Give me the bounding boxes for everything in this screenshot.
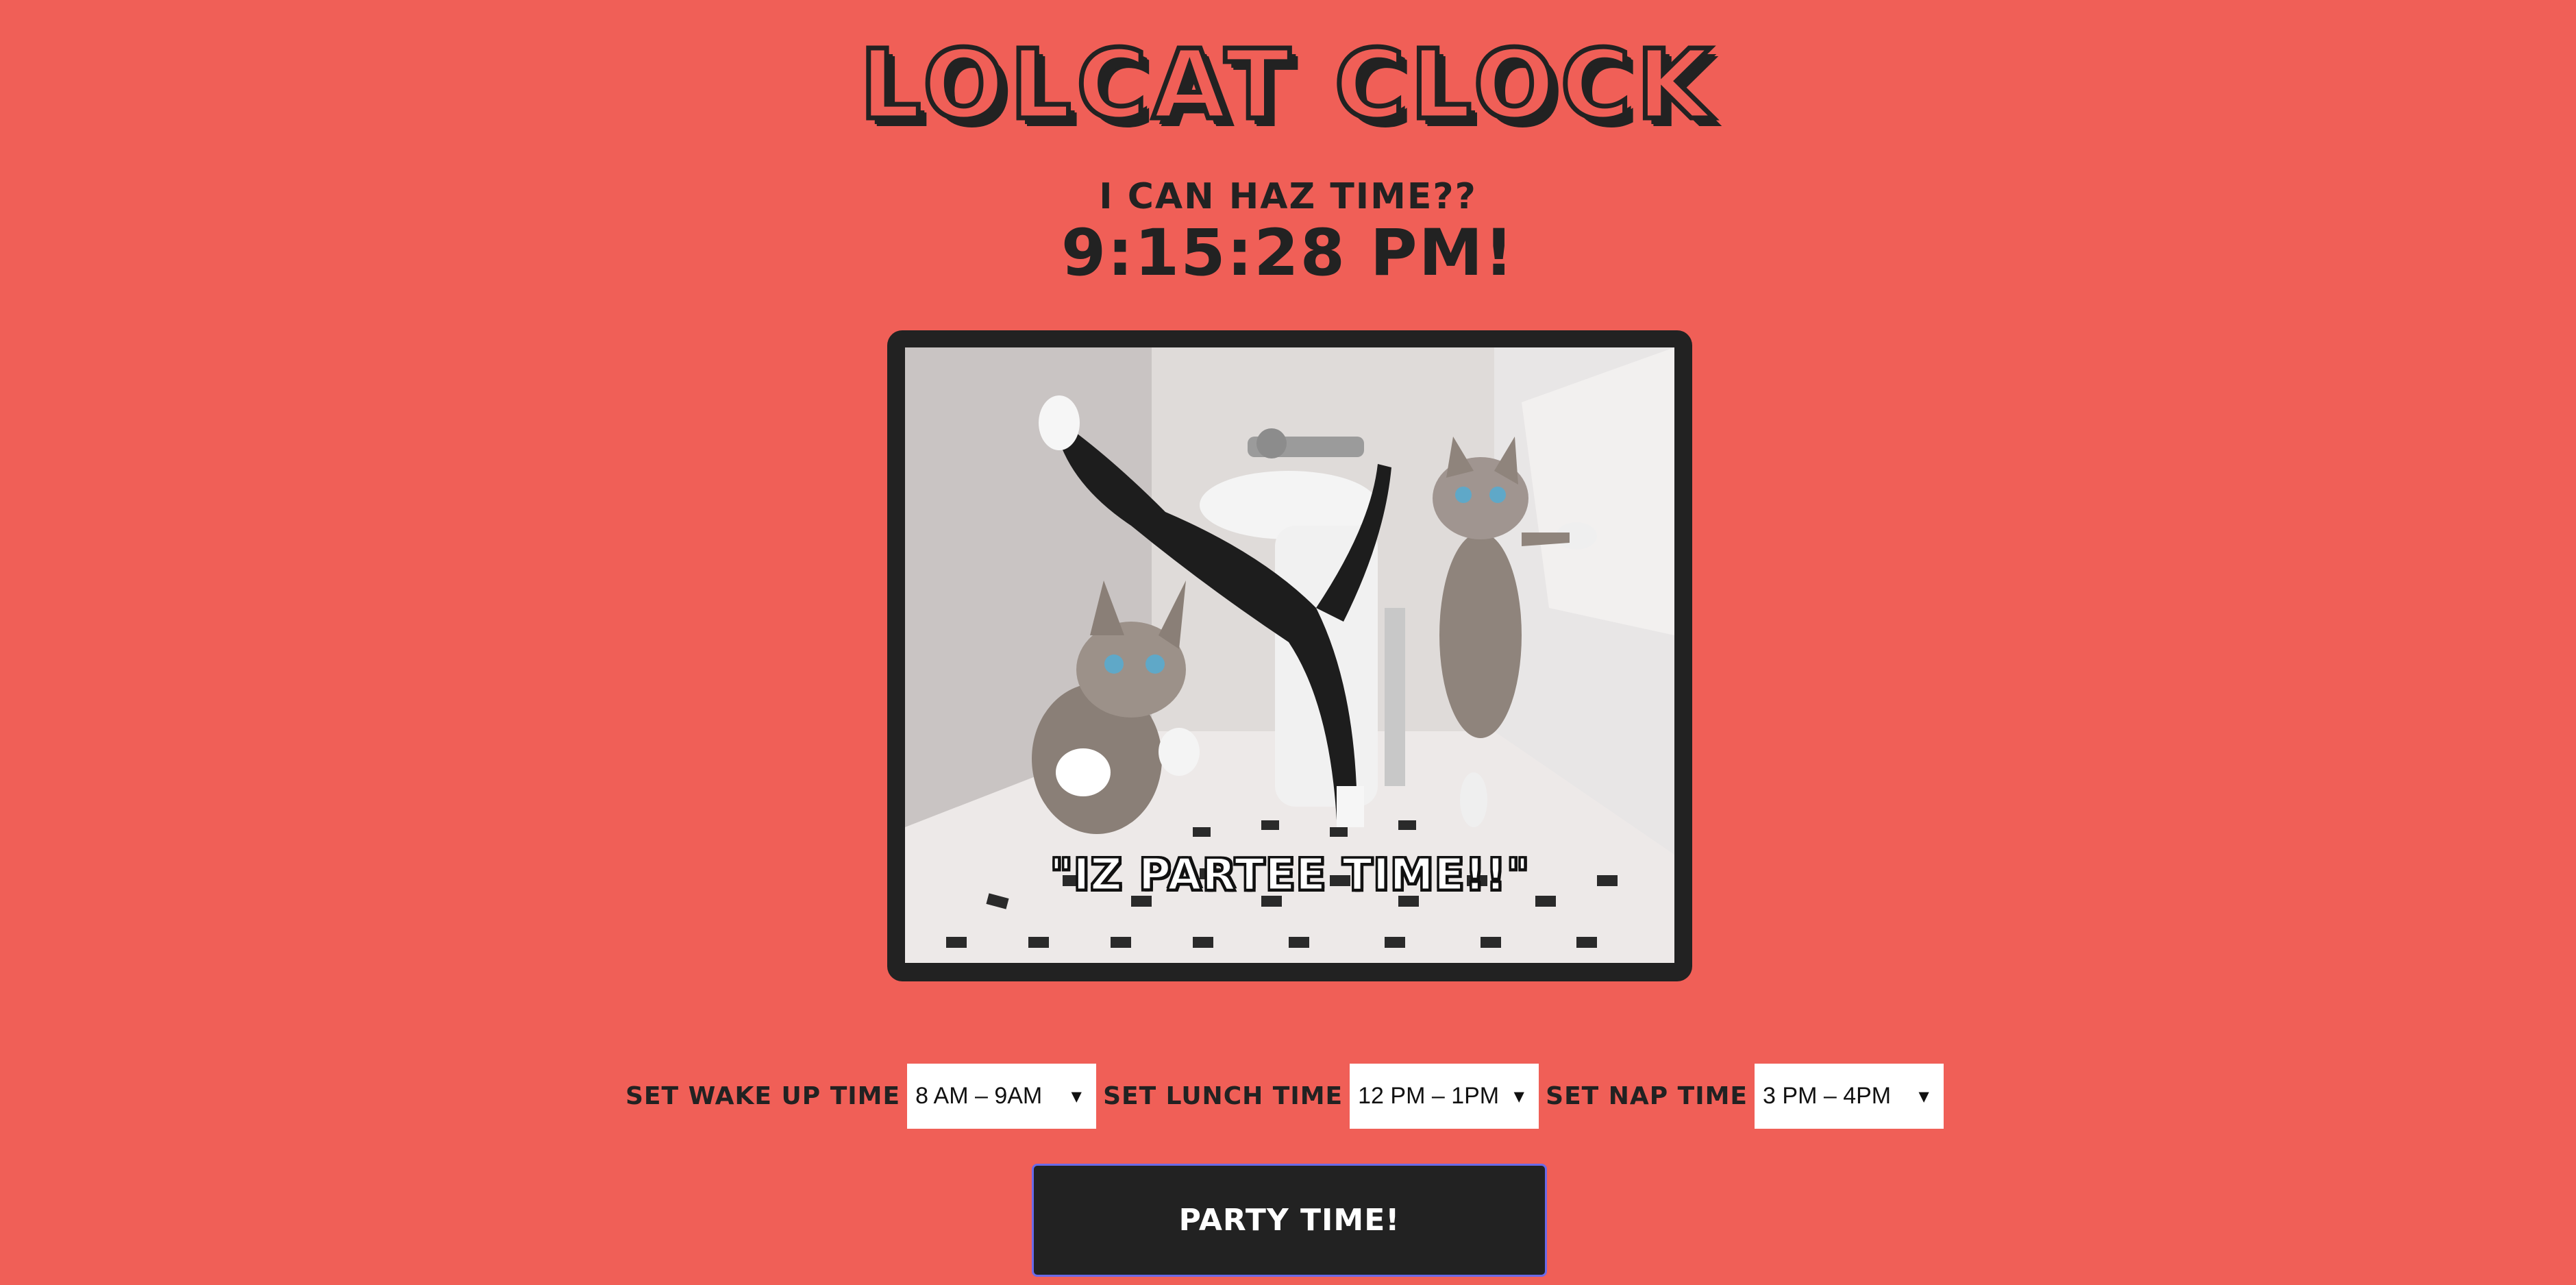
nap-selected-value: 3 PM – 4PM [1763, 1083, 1892, 1109]
lolcat-image: "IZ PARTEE TIME!!" [905, 347, 1674, 963]
lunch-selected-value: 12 PM – 1PM [1358, 1083, 1500, 1109]
image-caption: "IZ PARTEE TIME!!" [1049, 849, 1531, 902]
nap-label: SET NAP TIME [1546, 1082, 1748, 1110]
wake-up-selected-value: 8 AM – 9AM [915, 1083, 1043, 1109]
lolcat-image-frame: "IZ PARTEE TIME!!" [887, 330, 1692, 981]
party-time-button[interactable]: PARTY TIME! [1032, 1164, 1547, 1277]
page-title: LOLCAT CLOCK [857, 28, 1717, 143]
dropdown-arrow-icon: ▼ [1915, 1086, 1933, 1106]
schedule-controls: SET WAKE UP TIME 8 AM – 9AM ▼ SET LUNCH … [0, 1064, 2576, 1129]
lunch-label: SET LUNCH TIME [1103, 1082, 1343, 1110]
wake-up-label: SET WAKE UP TIME [625, 1082, 901, 1110]
dropdown-arrow-icon: ▼ [1067, 1086, 1086, 1106]
dropdown-arrow-icon: ▼ [1510, 1086, 1528, 1106]
clock-subtitle: I CAN HAZ TIME?? [1099, 176, 1477, 217]
lunch-select[interactable]: 12 PM – 1PM ▼ [1350, 1064, 1539, 1129]
wake-up-select[interactable]: 8 AM – 9AM ▼ [907, 1064, 1097, 1129]
clock-time: 9:15:28 PM! [1061, 216, 1515, 291]
nap-select[interactable]: 3 PM – 4PM ▼ [1755, 1064, 1944, 1129]
